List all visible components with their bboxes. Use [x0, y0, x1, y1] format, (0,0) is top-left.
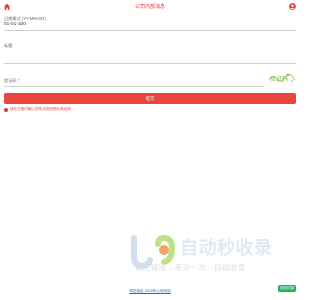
- watermark-title: 自动秒收录: [180, 238, 273, 258]
- title-field-label: 标题: [4, 43, 13, 48]
- captcha-field-input[interactable]: [4, 82, 264, 88]
- title-field-input[interactable]: [4, 52, 296, 60]
- watermark-subtitle: 做上链接→来访一次→自动收录: [135, 263, 246, 272]
- info-icon: [4, 107, 8, 112]
- submit-button[interactable]: 提交: [4, 93, 296, 104]
- footer-link[interactable]: 网站地址 2018年公司网站: [0, 289, 300, 294]
- date-field-value[interactable]: 01-01-100: [4, 22, 26, 27]
- captcha-field-underline: [4, 86, 264, 87]
- top-bar: 公司内部消息: [0, 0, 300, 14]
- user-icon[interactable]: [289, 3, 296, 10]
- captcha-image[interactable]: 验证码: [268, 71, 296, 85]
- captcha-hint: 请在方框内输入您所见到的图片验证码: [4, 107, 71, 112]
- back-to-top-button[interactable]: 回到顶部: [278, 285, 296, 292]
- title-field-underline: [4, 63, 296, 64]
- date-field-underline: [4, 30, 296, 31]
- captcha-hint-text: 请在方框内输入您所见到的图片验证码: [10, 107, 72, 111]
- page-title: 公司内部消息: [134, 4, 165, 10]
- captcha-char: 验证码: [270, 75, 288, 83]
